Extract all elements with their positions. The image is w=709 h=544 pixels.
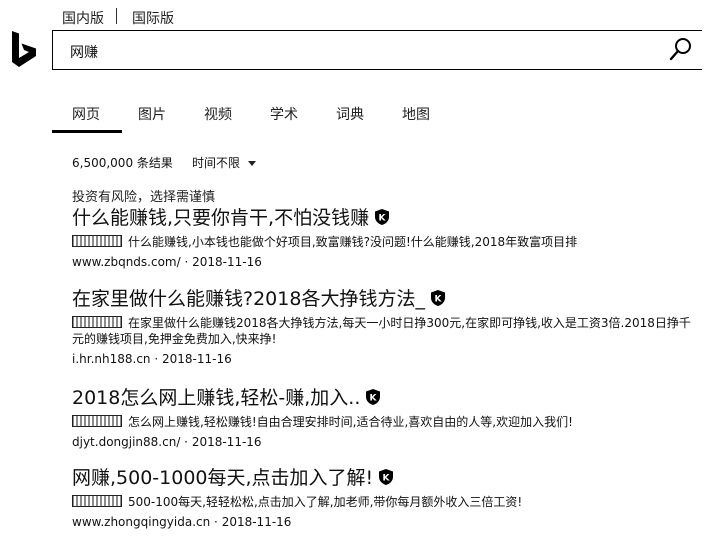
- ad-label: [72, 495, 122, 507]
- result-url-line: www.zhongqingyida.cn · 2018-11-16: [72, 515, 292, 529]
- result-url[interactable]: i.hr.nh188.cn: [72, 352, 151, 366]
- result-date: 2018-11-16: [221, 515, 292, 529]
- bing-logo-icon[interactable]: [10, 30, 38, 70]
- result-count: 6,500,000 条结果: [72, 156, 173, 170]
- result-url-line: i.hr.nh188.cn · 2018-11-16: [72, 352, 232, 366]
- result-title-link[interactable]: 网赚,500-1000每天,点击加入了解! K: [72, 466, 692, 490]
- svg-text:K: K: [434, 295, 442, 305]
- svg-text:K: K: [379, 214, 387, 224]
- result-url[interactable]: djyt.dongjin88.cn/: [72, 435, 180, 449]
- result-snippet: 500-100每天,轻轻松松,点击加入了解,加老师,带你每月额外收入三倍工资!: [72, 494, 692, 510]
- active-tab-indicator: [52, 130, 122, 133]
- result-url[interactable]: www.zhongqingyida.cn: [72, 515, 210, 529]
- tab-maps[interactable]: 地图: [402, 104, 430, 124]
- region-tab-domestic[interactable]: 国内版: [62, 8, 104, 28]
- tab-academic[interactable]: 学术: [270, 104, 298, 124]
- chevron-down-icon: [248, 161, 257, 166]
- tab-images[interactable]: 图片: [138, 104, 166, 124]
- search-result: 2018怎么网上赚钱,轻松-赚,加入.. K 怎么网上赚钱,轻松赚钱!自由合理安排…: [72, 386, 692, 450]
- search-input[interactable]: 网赚: [70, 42, 98, 62]
- shield-k-icon: K: [379, 469, 394, 485]
- result-url[interactable]: www.zbqnds.com/: [72, 255, 181, 269]
- risk-notice: 投资有风险，选择需谨慎: [72, 190, 216, 205]
- result-url-line: djyt.dongjin88.cn/ · 2018-11-16: [72, 435, 262, 449]
- ad-label: [72, 415, 122, 427]
- svg-text:K: K: [383, 474, 391, 484]
- shield-k-icon: K: [366, 389, 381, 405]
- result-snippet: 在家里做什么能赚钱2018各大挣钱方法,每天一小时日挣300元,在家即可挣钱,收…: [72, 315, 692, 347]
- result-url-line: www.zbqnds.com/ · 2018-11-16: [72, 255, 262, 269]
- ad-label: [72, 316, 122, 328]
- result-date: 2018-11-16: [192, 255, 262, 269]
- time-filter-label: 时间不限: [192, 156, 241, 170]
- nav-tabs: 网页 图片 视频 学术 词典 地图: [52, 100, 702, 134]
- result-title-link[interactable]: 什么能赚钱,只要你肯干,不怕没钱赚 K: [72, 206, 692, 230]
- search-result: 网赚,500-1000每天,点击加入了解! K 500-100每天,轻轻松松,点击…: [72, 466, 692, 530]
- search-result: 什么能赚钱,只要你肯干,不怕没钱赚 K 什么能赚钱,小本钱也能做个好项目,致富赚钱…: [72, 206, 692, 270]
- region-tab-international[interactable]: 国际版: [132, 8, 174, 28]
- search-icon[interactable]: [668, 36, 694, 62]
- tab-dictionary[interactable]: 词典: [336, 104, 364, 124]
- shield-k-icon: K: [375, 209, 390, 225]
- region-separator: [116, 8, 117, 24]
- result-title-text: 网赚,500-1000每天,点击加入了解!: [72, 467, 374, 489]
- result-title-link[interactable]: 2018怎么网上赚钱,轻松-赚,加入.. K: [72, 386, 692, 410]
- result-title-link[interactable]: 在家里做什么能赚钱?2018各大挣钱方法_ K: [72, 287, 692, 311]
- shield-k-icon: K: [430, 290, 445, 306]
- result-snippet-text: 怎么网上赚钱,轻松赚钱!自由合理安排时间,适合待业,喜欢自由的人等,欢迎加入我们…: [128, 415, 573, 429]
- result-date: 2018-11-16: [191, 435, 262, 449]
- result-title-text: 在家里做什么能赚钱?2018各大挣钱方法_: [72, 288, 425, 310]
- result-snippet: 什么能赚钱,小本钱也能做个好项目,致富赚钱?没问题!什么能赚钱,2018年致富项…: [72, 234, 692, 250]
- result-snippet-text: 500-100每天,轻轻松松,点击加入了解,加老师,带你每月额外收入三倍工资!: [128, 495, 523, 509]
- result-title-text: 什么能赚钱,只要你肯干,不怕没钱赚: [72, 207, 370, 229]
- search-box[interactable]: 网赚: [52, 30, 702, 70]
- time-filter-dropdown[interactable]: 时间不限: [192, 154, 257, 171]
- result-snippet-text: 什么能赚钱,小本钱也能做个好项目,致富赚钱?没问题!什么能赚钱,2018年致富项…: [128, 235, 578, 249]
- svg-text:K: K: [370, 394, 378, 404]
- tab-web[interactable]: 网页: [72, 104, 100, 124]
- search-result: 在家里做什么能赚钱?2018各大挣钱方法_ K 在家里做什么能赚钱2018各大挣钱…: [72, 287, 692, 367]
- result-date: 2018-11-16: [162, 352, 232, 366]
- result-snippet: 怎么网上赚钱,轻松赚钱!自由合理安排时间,适合待业,喜欢自由的人等,欢迎加入我们…: [72, 414, 692, 430]
- tab-videos[interactable]: 视频: [204, 104, 232, 124]
- ad-label: [72, 235, 122, 247]
- result-snippet-text: 在家里做什么能赚钱2018各大挣钱方法,每天一小时日挣300元,在家即可挣钱,收…: [72, 316, 691, 346]
- result-title-text: 2018怎么网上赚钱,轻松-赚,加入..: [72, 387, 361, 409]
